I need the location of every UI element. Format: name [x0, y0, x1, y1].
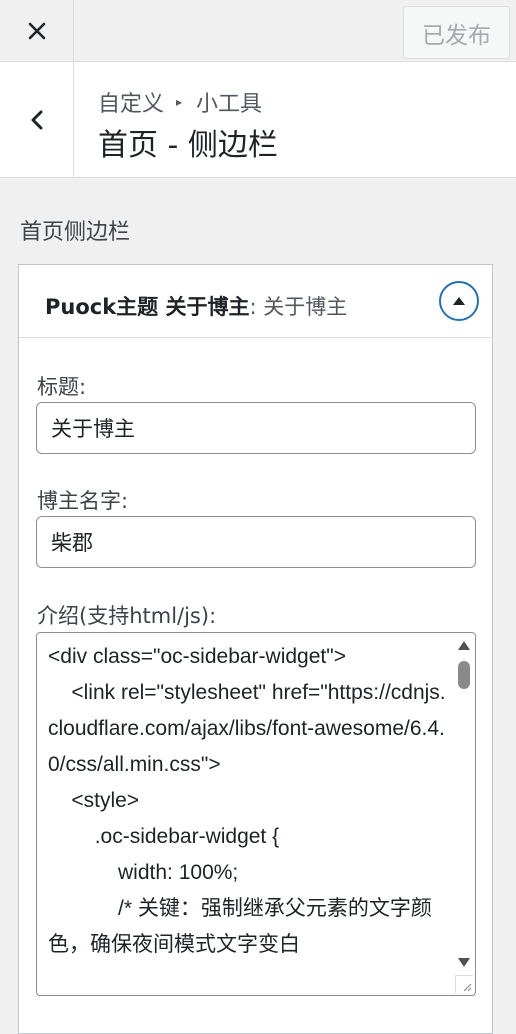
page-title: 首页 - 侧边栏 [98, 128, 278, 163]
widget-toggle-button[interactable] [439, 281, 479, 321]
breadcrumb: 自定义 ▸ 小工具 [98, 86, 262, 118]
widget-title: Puock主题 关于博主: 关于博主 [45, 291, 347, 321]
blogger-name-label: 博主名字: [37, 489, 129, 513]
scroll-thumb[interactable] [458, 661, 470, 689]
intro-textarea[interactable]: <div class="oc-sidebar-widget"> <link re… [36, 632, 476, 996]
intro-field-label: 介绍(支持html/js): [37, 604, 217, 628]
breadcrumb-separator-icon: ▸ [176, 95, 183, 109]
title-field-label: 标题: [37, 375, 87, 399]
breadcrumb-child: 小工具 [196, 92, 263, 117]
title-input[interactable]: 关于博主 [36, 402, 476, 454]
widget-area-label: 首页侧边栏 [20, 220, 131, 245]
widget-header[interactable]: Puock主题 关于博主: 关于博主 [19, 265, 492, 338]
chevron-left-icon [31, 110, 42, 129]
scroll-down-arrow-icon[interactable] [458, 958, 470, 967]
breadcrumb-parent: 自定义 [98, 92, 165, 117]
resize-handle[interactable] [455, 975, 473, 993]
intro-textarea-content: <div class="oc-sidebar-widget"> <link re… [48, 645, 446, 956]
widget-subtitle: : 关于博主 [249, 295, 348, 319]
section-header: 自定义 ▸ 小工具 首页 - 侧边栏 [0, 62, 516, 178]
textarea-scrollbar[interactable] [455, 637, 473, 967]
publish-button[interactable]: 已发布 [403, 6, 510, 59]
widget-name: Puock主题 关于博主 [45, 295, 250, 319]
customizer-header: 已发布 [0, 0, 516, 62]
back-button[interactable] [0, 62, 74, 177]
blogger-name-input[interactable]: 柴郡 [36, 516, 476, 568]
chevron-up-icon [453, 297, 465, 305]
close-icon [28, 22, 45, 40]
close-button[interactable] [0, 0, 74, 62]
resize-grip-icon [463, 983, 472, 992]
widget-card: Puock主题 关于博主: 关于博主 标题: 关于博主 博主名字: 柴郡 介绍(… [18, 264, 493, 1034]
scroll-up-arrow-icon[interactable] [458, 641, 470, 650]
